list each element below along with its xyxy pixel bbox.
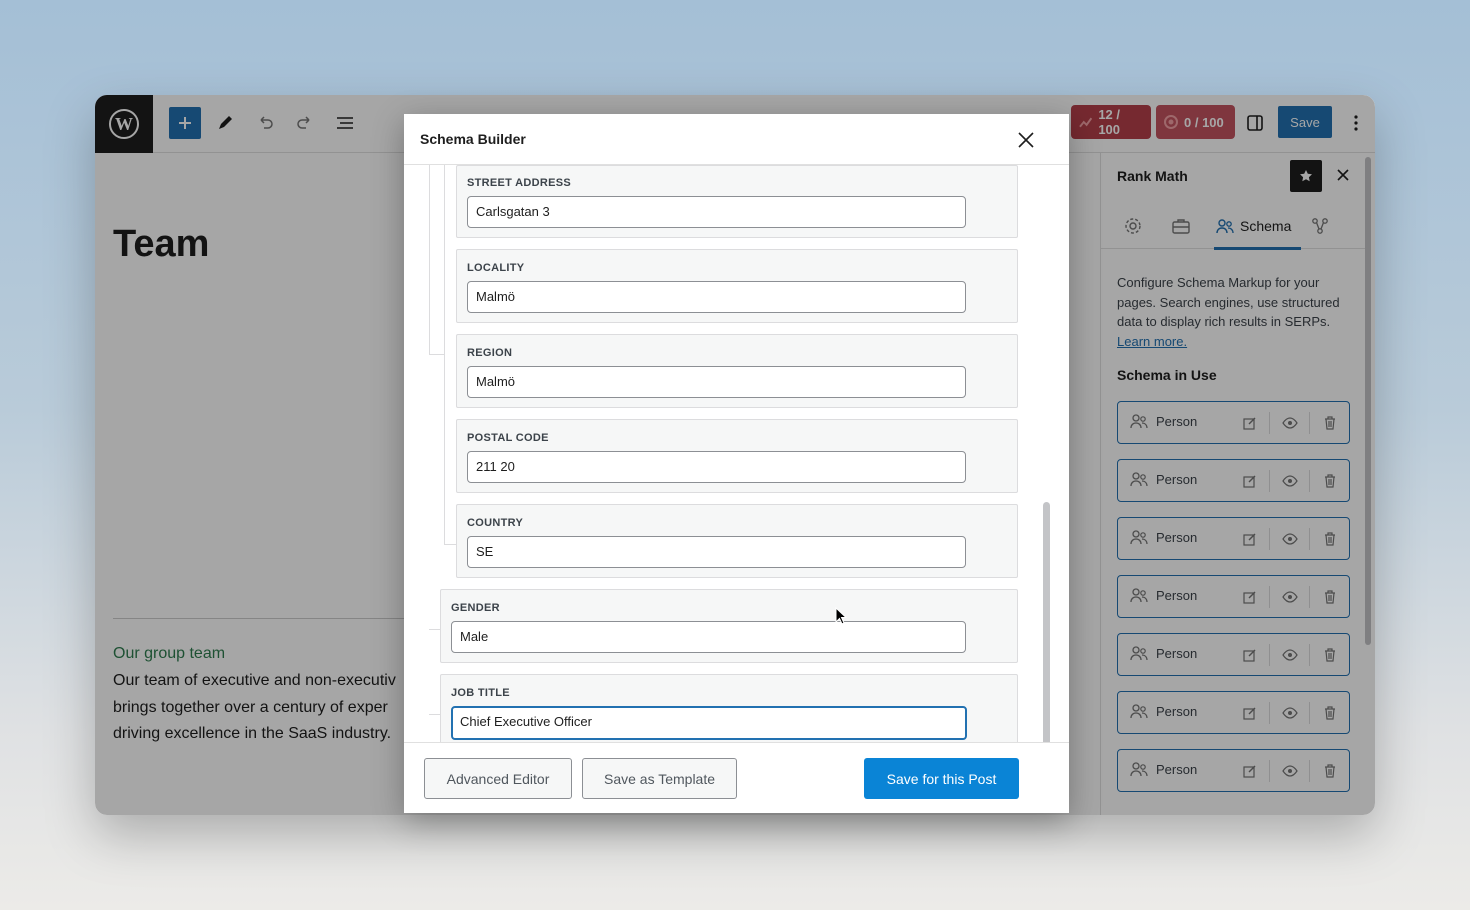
tree-line	[429, 165, 430, 355]
job-title-group: JOB TITLE Chief Executive Officer	[440, 674, 1018, 742]
postal-code-label: POSTAL CODE	[467, 432, 549, 444]
schema-builder-modal: Schema Builder STREET ADDRESS Carlsgatan…	[404, 114, 1069, 813]
locality-label: LOCALITY	[467, 262, 525, 274]
job-title-label: JOB TITLE	[451, 687, 510, 699]
modal-header: Schema Builder	[404, 114, 1069, 165]
job-title-input[interactable]: Chief Executive Officer	[451, 706, 967, 740]
tree-line	[429, 354, 444, 355]
locality-input[interactable]: Malmö	[467, 281, 966, 313]
modal-title: Schema Builder	[420, 131, 526, 147]
mouse-cursor-icon	[835, 607, 847, 625]
modal-footer: Advanced Editor Save as Template Save fo…	[404, 742, 1069, 813]
close-icon	[1018, 132, 1034, 148]
region-label: REGION	[467, 347, 513, 359]
gender-group: GENDER Male	[440, 589, 1018, 663]
locality-group: LOCALITY Malmö	[456, 249, 1018, 323]
country-group: COUNTRY SE	[456, 504, 1018, 578]
region-input[interactable]: Malmö	[467, 366, 966, 398]
street-address-input[interactable]: Carlsgatan 3	[467, 196, 966, 228]
street-address-group: STREET ADDRESS Carlsgatan 3	[456, 165, 1018, 238]
street-address-label: STREET ADDRESS	[467, 177, 572, 189]
close-modal-button[interactable]	[1014, 128, 1038, 152]
postal-code-input[interactable]: 211 20	[467, 451, 966, 483]
region-group: REGION Malmö	[456, 334, 1018, 408]
save-for-this-post-button[interactable]: Save for this Post	[864, 758, 1019, 799]
advanced-editor-button[interactable]: Advanced Editor	[424, 758, 572, 799]
modal-body[interactable]: STREET ADDRESS Carlsgatan 3 LOCALITY Mal…	[404, 165, 1069, 742]
gender-input[interactable]: Male	[451, 621, 966, 653]
country-label: COUNTRY	[467, 517, 524, 529]
tree-line	[444, 165, 445, 545]
gender-label: GENDER	[451, 602, 500, 614]
tree-line	[444, 544, 456, 545]
postal-code-group: POSTAL CODE 211 20	[456, 419, 1018, 493]
modal-scrollbar[interactable]	[1043, 502, 1050, 742]
save-as-template-button[interactable]: Save as Template	[582, 758, 737, 799]
country-input[interactable]: SE	[467, 536, 966, 568]
